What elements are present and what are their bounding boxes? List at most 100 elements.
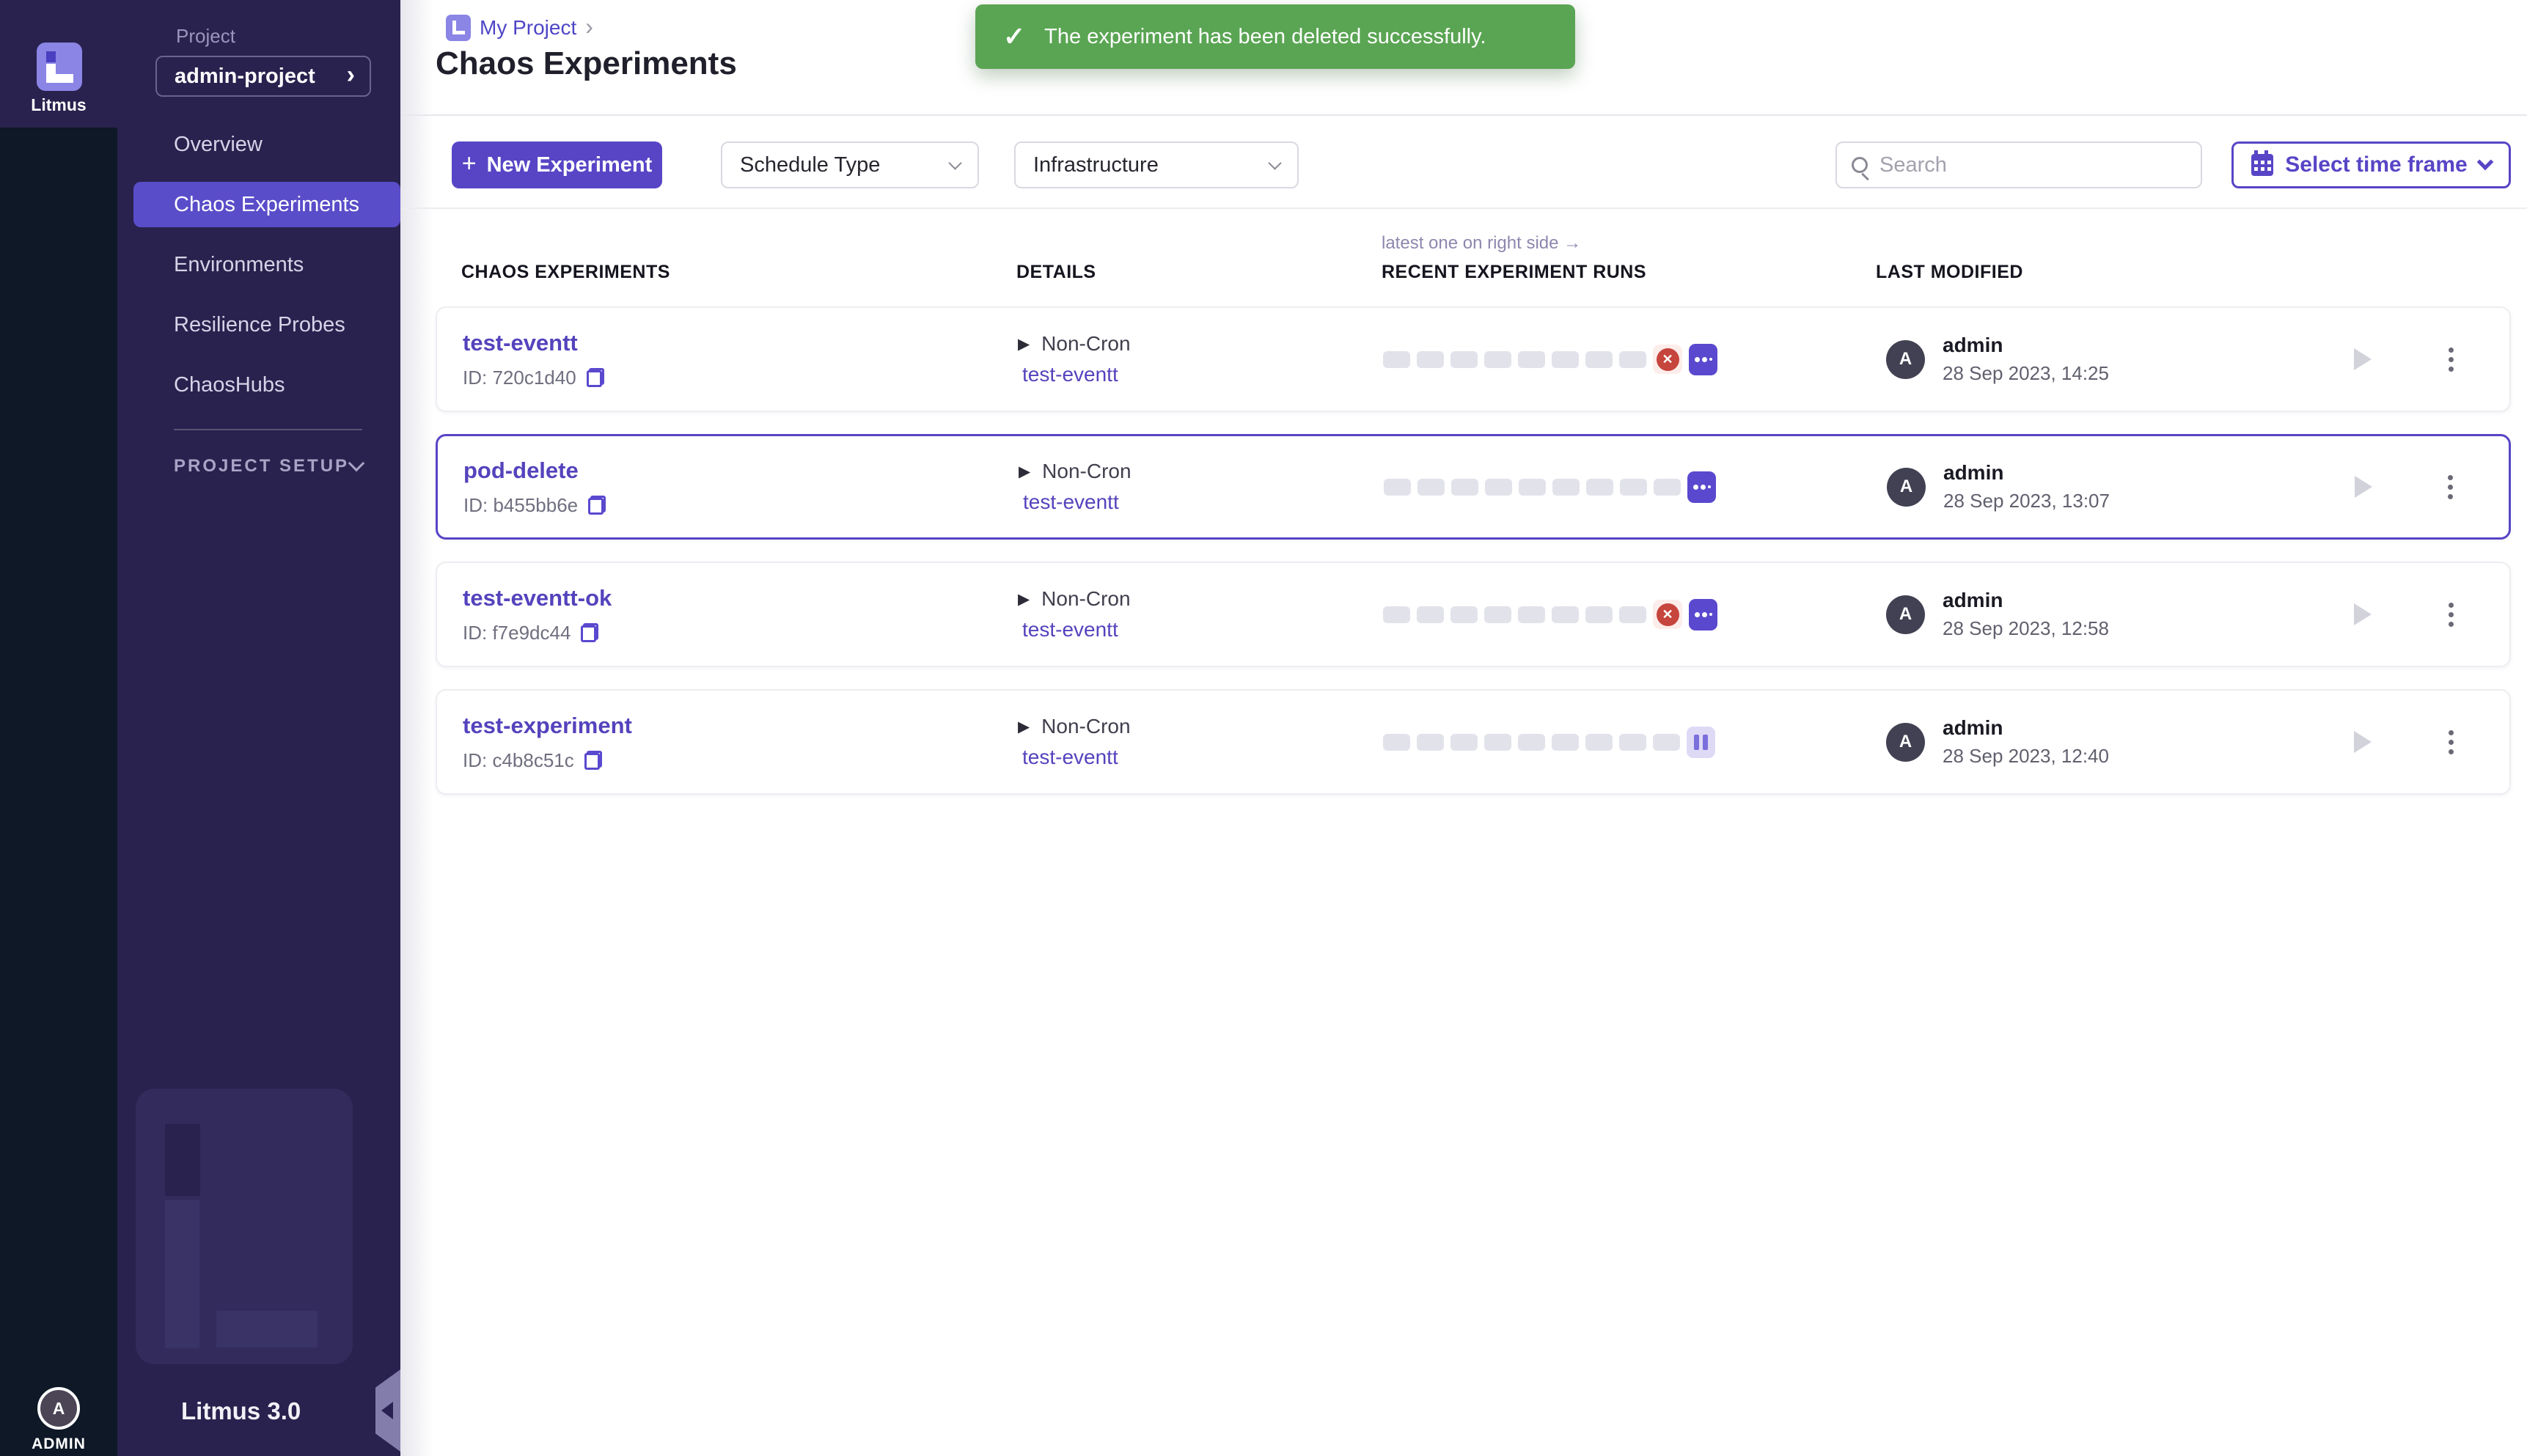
experiment-name-cell: test-eventt-ok ID: f7e9dc44 xyxy=(463,585,1018,644)
play-marker-icon: ▶ xyxy=(1019,463,1030,481)
time-frame-label: Select time frame xyxy=(2285,152,2467,177)
run-placeholder xyxy=(1585,606,1613,623)
sidebar-item-resilience-probes[interactable]: Resilience Probes xyxy=(133,302,400,348)
page-title: Chaos Experiments xyxy=(436,45,737,82)
search-input[interactable] xyxy=(1879,153,2186,177)
run-placeholder xyxy=(1552,479,1580,496)
play-marker-icon: ▶ xyxy=(1018,590,1030,608)
infrastructure-dropdown[interactable]: Infrastructure xyxy=(1014,141,1299,188)
breadcrumb: My Project › xyxy=(446,15,593,41)
new-experiment-label: New Experiment xyxy=(487,153,653,177)
select-time-frame-button[interactable]: Select time frame xyxy=(2231,141,2511,188)
modified-text: admin28 Sep 2023, 12:40 xyxy=(1943,716,2109,768)
experiment-row[interactable]: test-eventtID: 720c1d40▶Non-Crontest-eve… xyxy=(436,306,2511,412)
run-placeholder xyxy=(1518,351,1545,368)
chevron-down-icon xyxy=(1268,156,1281,169)
sidebar-item-overview[interactable]: Overview xyxy=(133,122,400,167)
schedule-type-dropdown[interactable]: Schedule Type xyxy=(721,141,979,188)
run-placeholder xyxy=(1484,734,1511,751)
experiment-row[interactable]: test-experiment ID: c4b8c51c▶Non-Crontest… xyxy=(436,689,2511,795)
breadcrumb-chevron-icon: › xyxy=(585,13,593,40)
run-experiment-button[interactable] xyxy=(2355,476,2372,498)
row-menu-button[interactable] xyxy=(2444,343,2458,376)
sidebar-item-environments[interactable]: Environments xyxy=(133,242,400,287)
row-menu-button[interactable] xyxy=(2444,598,2458,631)
copy-icon[interactable] xyxy=(584,751,602,770)
play-marker-icon: ▶ xyxy=(1018,335,1030,353)
experiment-row[interactable]: test-eventt-okID: f7e9dc44▶Non-Crontest-… xyxy=(436,562,2511,667)
modified-at: 28 Sep 2023, 12:58 xyxy=(1943,617,2109,640)
run-placeholder xyxy=(1383,606,1410,623)
user-avatar[interactable]: A xyxy=(37,1387,80,1430)
run-placeholder xyxy=(1654,479,1681,496)
experiment-id-text: ID: b455bb6e xyxy=(463,494,578,517)
schedule-type-label: Schedule Type xyxy=(740,153,880,177)
header-divider xyxy=(400,114,2527,116)
chevron-right-icon: › xyxy=(347,62,355,87)
sidebar-nav: Overview Chaos Experiments Environments Res… xyxy=(133,122,400,422)
sidebar-item-chaoshubs[interactable]: ChaosHubs xyxy=(133,362,400,408)
schedule-type-label: Non-Cron xyxy=(1042,460,1131,483)
run-experiment-button[interactable] xyxy=(2354,603,2372,625)
run-placeholder xyxy=(1552,734,1579,751)
main-content: My Project › Chaos Experiments ✓ The exp… xyxy=(400,0,2527,1456)
experiment-id: ID: f7e9dc44 xyxy=(463,622,1018,644)
experiment-name-link[interactable]: test-eventt-ok xyxy=(463,585,1018,611)
column-header: RECENT EXPERIMENT RUNS xyxy=(1382,262,1876,283)
experiment-row[interactable]: pod-delete ID: b455bb6e ▶ Non-Cron test-even… xyxy=(436,434,2511,540)
run-placeholder xyxy=(1451,479,1478,496)
toolbar-divider xyxy=(400,207,2527,209)
toast-message: The experiment has been deleted successf… xyxy=(1044,25,1486,49)
run-placeholder xyxy=(1383,734,1410,751)
run-placeholder xyxy=(1417,606,1444,623)
modified-text: admin28 Sep 2023, 13:07 xyxy=(1943,461,2110,512)
failed-run-icon: ✕ xyxy=(1653,600,1682,629)
experiment-id-text: ID: 720c1d40 xyxy=(463,367,576,389)
litmus-logo-icon[interactable] xyxy=(37,43,82,91)
experiment-name-link[interactable]: test-eventt xyxy=(463,330,1018,356)
row-menu-button[interactable] xyxy=(2444,726,2458,759)
experiment-name-link[interactable]: test-experiment xyxy=(463,713,1018,739)
modified-by: admin xyxy=(1943,716,2109,740)
experiment-id: ID: c4b8c51c xyxy=(463,749,1018,772)
experiment-name-link[interactable]: pod-delete xyxy=(463,457,1019,484)
breadcrumb-link[interactable]: My Project xyxy=(480,16,576,40)
run-placeholder xyxy=(1586,479,1613,496)
details-cell: ▶Non-Crontest-eventt xyxy=(1018,715,1383,769)
recent-runs-cell: ✕ xyxy=(1383,599,1877,630)
fail-x-glyph: ✕ xyxy=(1657,348,1679,371)
fail-x-glyph: ✕ xyxy=(1657,603,1679,626)
modified-by-avatar: A xyxy=(1886,340,1925,379)
experiments-table: latest one on right side → CHAOS EXPERIM… xyxy=(436,233,2511,795)
running-status-badge xyxy=(1689,344,1717,375)
run-experiment-button[interactable] xyxy=(2354,348,2372,370)
copy-icon[interactable] xyxy=(581,623,598,642)
last-modified-cell: Aadmin28 Sep 2023, 14:25 xyxy=(1877,334,2354,385)
row-actions xyxy=(2355,471,2457,504)
schedule-type: ▶ Non-Cron xyxy=(1019,460,1384,483)
parent-experiment-link[interactable]: test-eventt xyxy=(1023,490,1384,514)
run-experiment-button[interactable] xyxy=(2354,731,2372,753)
run-placeholder xyxy=(1619,351,1646,368)
paused-status-badge xyxy=(1687,727,1715,758)
parent-experiment-link[interactable]: test-eventt xyxy=(1022,363,1383,386)
run-placeholder xyxy=(1383,351,1410,368)
run-placeholder xyxy=(1653,734,1680,751)
sidebar-item-chaos-experiments[interactable]: Chaos Experiments xyxy=(133,182,400,227)
success-toast[interactable]: ✓ The experiment has been deleted succes… xyxy=(975,4,1575,69)
run-placeholder xyxy=(1417,734,1444,751)
search-icon xyxy=(1852,157,1868,173)
infrastructure-label: Infrastructure xyxy=(1033,153,1159,177)
search-box xyxy=(1835,141,2202,188)
row-menu-button[interactable] xyxy=(2443,471,2457,504)
recent-runs-cell xyxy=(1383,727,1877,758)
copy-icon[interactable] xyxy=(587,368,604,387)
copy-icon[interactable] xyxy=(588,496,606,515)
parent-experiment-link[interactable]: test-eventt xyxy=(1022,746,1383,769)
run-placeholder xyxy=(1485,479,1512,496)
logo-label: Litmus xyxy=(0,95,117,115)
new-experiment-button[interactable]: + New Experiment xyxy=(452,141,662,188)
project-setup-toggle[interactable]: PROJECT SETUP xyxy=(174,456,362,477)
project-selector[interactable]: admin-project › xyxy=(155,56,371,97)
parent-experiment-link[interactable]: test-eventt xyxy=(1022,618,1383,641)
